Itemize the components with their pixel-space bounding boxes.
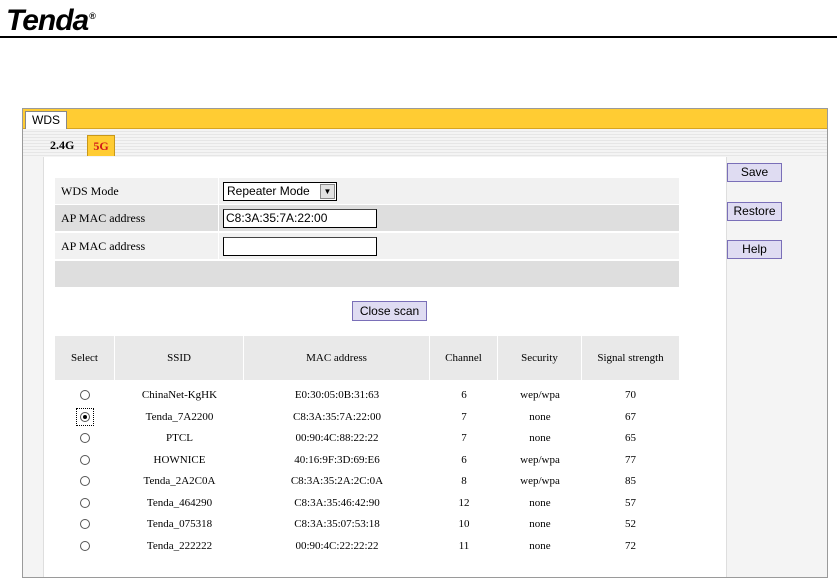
cell-mac: E0:30:05:0B:31:63 — [294, 389, 380, 401]
cell-security: none — [529, 410, 551, 423]
tab-5g[interactable]: 5G — [87, 135, 115, 156]
spacer-row — [55, 261, 679, 287]
cell-signal: 85 — [625, 475, 636, 487]
ap-mac-input-2[interactable] — [223, 237, 377, 256]
trademark-symbol: ® — [89, 11, 96, 21]
cell-signal: 57 — [625, 496, 636, 509]
radio-button-icon[interactable] — [80, 519, 90, 529]
cell-security: none — [529, 539, 551, 552]
cell-mac: 40:16:9F:3D:69:E6 — [294, 453, 380, 466]
radio-button-icon[interactable] — [80, 433, 90, 443]
focus-outline — [76, 407, 94, 426]
cell-select — [55, 428, 115, 449]
table-row[interactable]: Tenda_075318 C8:3A:35:07:53:18 10 none 52 — [55, 514, 679, 535]
cell-channel: 6 — [461, 453, 467, 466]
cell-select — [55, 536, 115, 557]
cell-ssid: HOWNICE — [153, 453, 206, 466]
wds-mode-select[interactable]: Repeater Mode ▼ — [223, 182, 337, 201]
cell-channel: 11 — [458, 539, 470, 552]
column-divider — [218, 205, 219, 231]
header-signal: Signal strength — [597, 352, 664, 364]
radio-button-icon[interactable] — [80, 497, 90, 508]
cell-ssid: Tenda_222222 — [146, 539, 213, 552]
ap-mac-input-1[interactable]: C8:3A:35:7A:22:00 — [223, 209, 377, 228]
wds-mode-label: WDS Mode — [61, 184, 119, 198]
cell-ssid: ChinaNet-KgHK — [141, 389, 218, 401]
help-button[interactable]: Help — [727, 240, 782, 259]
header-select: Select — [55, 336, 115, 380]
cell-channel: 7 — [461, 410, 467, 423]
header-channel: Channel — [430, 336, 498, 380]
cell-mac: C8:3A:35:7A:22:00 — [292, 410, 381, 423]
radio-button-icon[interactable] — [80, 476, 90, 486]
cell-channel: 7 — [461, 432, 467, 444]
cell-mac: C8:3A:35:46:42:90 — [294, 496, 380, 509]
main-tab-bar: WDS — [23, 109, 827, 129]
cell-channel: 6 — [461, 389, 467, 401]
radio-button-icon[interactable] — [80, 390, 90, 400]
cell-ssid: Tenda_464290 — [146, 496, 213, 509]
ap-mac-row-1: AP MAC address C8:3A:35:7A:22:00 — [55, 205, 679, 231]
wds-mode-value: Repeater Mode — [227, 184, 310, 198]
cell-select — [55, 493, 115, 514]
table-row[interactable]: Tenda_464290 C8:3A:35:46:42:90 12 none 57 — [55, 493, 679, 514]
header-ssid: SSID — [115, 336, 244, 380]
cell-ssid: Tenda_7A2200 — [145, 410, 214, 423]
table-row[interactable]: PTCL 00:90:4C:88:22:22 7 none 65 — [55, 428, 679, 449]
cell-signal: 70 — [625, 389, 636, 401]
header-divider — [0, 36, 837, 38]
cell-signal: 52 — [625, 518, 636, 530]
cell-signal: 77 — [625, 453, 636, 466]
radio-button-icon[interactable] — [80, 454, 90, 465]
save-button[interactable]: Save — [727, 163, 782, 182]
cell-signal: 67 — [625, 410, 636, 423]
cell-channel: 8 — [461, 475, 467, 487]
cell-security: none — [529, 518, 551, 530]
band-tab-bar — [23, 129, 827, 157]
cell-signal: 65 — [625, 432, 636, 444]
table-row[interactable]: Tenda_222222 00:90:4C:22:22:22 11 none 72 — [55, 536, 679, 557]
cell-security: wep/wpa — [520, 389, 560, 401]
chevron-down-icon[interactable]: ▼ — [320, 184, 335, 199]
restore-button[interactable]: Restore — [727, 202, 782, 221]
header-mac: MAC address — [244, 336, 430, 380]
table-row[interactable]: Tenda_7A2200 C8:3A:35:7A:22:00 7 none 67 — [55, 407, 679, 428]
tab-2-4g[interactable]: 2.4G — [47, 135, 77, 155]
cell-mac: C8:3A:35:2A:2C:0A — [290, 475, 384, 487]
cell-mac: 00:90:4C:22:22:22 — [295, 539, 379, 552]
cell-security: wep/wpa — [520, 475, 560, 487]
table-row[interactable]: Tenda_2A2C0A C8:3A:35:2A:2C:0A 8 wep/wpa 85 — [55, 471, 679, 492]
column-divider — [218, 233, 219, 259]
cell-select — [55, 407, 115, 428]
scan-table-header: Select SSID MAC address Channel Security… — [55, 336, 679, 380]
cell-select — [55, 385, 115, 406]
radio-button-icon[interactable] — [80, 540, 90, 551]
cell-mac: 00:90:4C:88:22:22 — [295, 432, 379, 444]
table-row[interactable]: HOWNICE 40:16:9F:3D:69:E6 6 wep/wpa 77 — [55, 450, 679, 471]
ap-mac-row-2: AP MAC address — [55, 233, 679, 259]
cell-ssid: Tenda_075318 — [146, 518, 213, 530]
tab-wds[interactable]: WDS — [25, 111, 67, 129]
ap-mac-label-2: AP MAC address — [61, 239, 146, 253]
tenda-logo: Tenda® — [6, 0, 96, 37]
cell-security: none — [529, 432, 551, 444]
cell-ssid: Tenda_2A2C0A — [143, 475, 216, 487]
close-scan-button[interactable]: Close scan — [352, 301, 427, 321]
cell-mac: C8:3A:35:07:53:18 — [294, 518, 380, 530]
column-divider — [218, 178, 219, 204]
table-row[interactable]: ChinaNet-KgHK E0:30:05:0B:31:63 6 wep/wpa 70 — [55, 385, 679, 406]
cell-security: wep/wpa — [520, 453, 560, 466]
cell-select — [55, 514, 115, 535]
wds-mode-row: WDS Mode Repeater Mode ▼ — [55, 178, 679, 204]
cell-channel: 10 — [458, 518, 470, 530]
header-security: Security — [498, 336, 582, 380]
logo-text: Tenda — [6, 4, 89, 37]
cell-security: none — [529, 496, 551, 509]
ap-mac-label-1: AP MAC address — [61, 211, 146, 225]
cell-select — [55, 450, 115, 471]
cell-channel: 12 — [458, 496, 470, 509]
cell-signal: 72 — [625, 539, 636, 552]
cell-select — [55, 471, 115, 492]
cell-ssid: PTCL — [166, 432, 193, 444]
